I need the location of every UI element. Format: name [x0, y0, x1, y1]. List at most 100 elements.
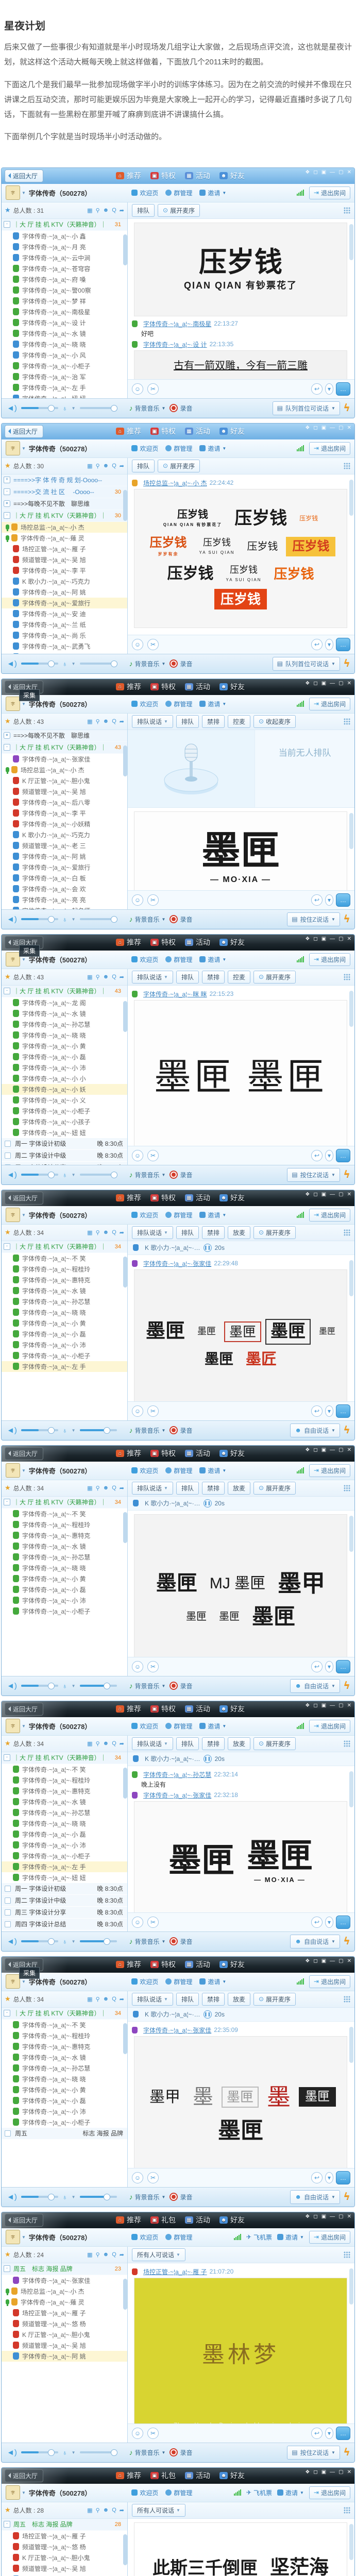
chat-messages[interactable]: 墨匣 MJ 墨匣 墨甲 墨匣 墨匣 墨匣 [128, 1511, 354, 1657]
person-icon[interactable]: ☻ [103, 2251, 109, 2258]
layout-grid-icon[interactable] [344, 1740, 350, 1747]
message-sender[interactable]: 字体传奇·~¦a_a¦~·张家佳 [143, 1259, 211, 1268]
chat-image[interactable]: 墨匣 — MO·XIA — [134, 811, 347, 890]
album-icon[interactable]: ▦ [87, 1740, 92, 1747]
person-icon[interactable]: ☻ [103, 207, 109, 214]
maximize-icon[interactable]: ▢ [338, 1192, 343, 1198]
room-avatar[interactable]: 字 [6, 1463, 20, 1478]
invite-link[interactable]: 邀请 ▼ [199, 1722, 226, 1731]
chat-scrollbar[interactable] [349, 812, 353, 849]
lightning-icon[interactable]: ϟ [344, 2447, 349, 2458]
nav-item[interactable]: ▦ 活动 [185, 937, 210, 947]
close-icon[interactable]: ✕ [347, 1192, 351, 1198]
member-list[interactable]: ● ==>>每晚不见不散 聊思维 - ｜大 厅 挂 机 KTV（天籁神音）｜ 43 字体传… [2, 730, 127, 909]
speaker-icon[interactable]: ◄) [7, 2193, 17, 2201]
member-row[interactable]: 字体传奇·~¦a_a¦~·小 沛 [2, 2106, 127, 2117]
mic-toolbar-button[interactable]: 所有人可说话 ▼ [132, 2503, 185, 2517]
member-row[interactable]: 字体传奇·~¦a_a¦~·会 欢 [2, 884, 127, 894]
nav-item[interactable]: ☻ 好友 [219, 1704, 245, 1714]
message-sender[interactable]: 字体传奇·~¦a_a¦~·张家佳 [143, 2026, 211, 2035]
mic-toolbar-button[interactable]: ⊙ 展开麦序 [253, 970, 296, 984]
person-icon[interactable]: ☻ [103, 463, 109, 469]
background-music-button[interactable]: ♪ 背景音乐 ▼ [129, 915, 166, 924]
speaker-icon[interactable]: ◄) [7, 404, 17, 413]
nav-item[interactable]: ▣ 特权 [150, 171, 176, 181]
nav-item[interactable]: ▣ 特权 [150, 1704, 176, 1714]
send-options-icon[interactable]: ▾ [325, 1405, 333, 1417]
member-row[interactable]: 字体传奇·~¦a_a¦~·府 嗓 [2, 274, 127, 285]
member-row[interactable]: 字体传奇·~¦a_a¦~·水 镜 [2, 2052, 127, 2063]
member-row[interactable]: 字体传奇·~¦a_a¦~·小 黄 [2, 1318, 127, 1329]
member-row[interactable]: 频道管理·~¦a_a¦~·吴 旭 [2, 2340, 127, 2351]
member-row[interactable]: K 厅正管·~¦a_a¦~·胆小鬼 [2, 2552, 127, 2563]
group-manage-link[interactable]: 群管理 [165, 955, 192, 964]
welcome-page-link[interactable]: 欢迎页 [131, 2488, 158, 2497]
microphone-icon[interactable]: ♁ [62, 2193, 67, 2201]
schedule-row[interactable]: 周一 字体设计初级 晚 8:30点 [2, 1138, 127, 1150]
member-row[interactable]: 字体传奇·~¦a_a¦~·小 沛 [2, 1595, 127, 1606]
nav-item[interactable]: ▣ 特权 [150, 682, 176, 692]
invite-link[interactable]: 邀请 ▼ [277, 2488, 304, 2497]
maximize-icon[interactable]: ▢ [338, 936, 343, 942]
mic-toolbar-button[interactable]: 放麦 [227, 1992, 250, 2006]
message-sender[interactable]: 场控正管·~¦a_a¦~·雁 子 [143, 2267, 207, 2276]
member-row[interactable]: 字体传奇·~¦a_a¦~·惠特克 [2, 1786, 127, 1797]
chat-messages[interactable]: 墨匣 — MO·XIA — [128, 808, 354, 890]
member-row[interactable]: 字体传奇·~¦a_a¦~·小柜子 [2, 2117, 127, 2128]
chat-image[interactable]: 墨匣 墨匣 — MO·XIA — [134, 1801, 347, 1912]
chat-scrollbar[interactable] [349, 1515, 353, 1552]
mic-toolbar-button[interactable]: 禁排 [201, 1226, 225, 1239]
member-list-scrollbar[interactable] [123, 2278, 127, 2310]
chevron-down-icon[interactable]: ▼ [22, 1979, 26, 1984]
window-titlebar[interactable]: 返回大厅 ⌂ 推荐 ▣ 特权 ▦ 活动 ☻ 好友 ❖ ◻ ▣ — ▢ ✕ [2, 1445, 354, 1462]
volume-slider[interactable] [21, 2194, 58, 2200]
record-button[interactable]: 录音 [169, 915, 192, 924]
member-row[interactable]: 字体传奇·~¦a_a¦~·设 计 [2, 317, 127, 328]
send-reply-icon[interactable]: ↩ [311, 1149, 323, 1161]
lightning-icon[interactable]: ϟ [344, 2191, 349, 2202]
minimize-icon[interactable]: — [330, 1703, 335, 1709]
member-row[interactable]: 字体传奇·~¦a_a¦~·不 笑 [2, 1509, 127, 1519]
export-icon[interactable]: ➦ [120, 974, 124, 980]
member-row[interactable]: 字体传奇·~¦a_a¦~·李 平 [2, 565, 127, 576]
member-row[interactable]: 字体传奇·~¦a_a¦~·小柜子 [2, 1350, 127, 1361]
member-row[interactable]: 字体传奇·~¦a_a¦~·阿 姚 [2, 851, 127, 862]
send-options-icon[interactable]: ▾ [325, 2427, 333, 2439]
schedule-row[interactable]: 周四 字体设计总结 晚 8:30点 [2, 1918, 127, 1930]
member-row[interactable]: 字体传奇·~¦a_a¦~·小 黄 [2, 1041, 127, 1052]
feedback-icon[interactable]: ◻ [313, 681, 317, 687]
mic-slider[interactable] [79, 916, 117, 923]
minimize-icon[interactable]: — [330, 681, 335, 687]
member-row[interactable]: 字体传奇·~¦a_a¦~·孙芯慧 [2, 1296, 127, 1307]
person-icon[interactable]: ☻ [103, 974, 109, 980]
album-icon[interactable]: ▦ [87, 1996, 92, 2003]
chat-bubble-button[interactable]: … [336, 382, 350, 396]
location-icon[interactable]: ⚲ [96, 718, 100, 725]
chat-image[interactable]: 压岁钱 QIAN QIAN 有钞票花了 压岁钱 压岁钱 压岁钱 岁岁有余 压岁钱 YA SUI… [134, 488, 347, 628]
album-icon[interactable]: ▦ [87, 2507, 92, 2514]
mic-toolbar-button[interactable]: 排队 [176, 1481, 199, 1495]
chat-image[interactable]: 墨甲墨墨匣墨墨匣 墨匣 [134, 2036, 347, 2168]
send-reply-icon[interactable]: ↩ [311, 1916, 323, 1928]
tree-toggle[interactable]: - [4, 1754, 10, 1761]
speaker-icon[interactable]: ◄) [7, 2448, 17, 2457]
member-row[interactable]: K 歌小力·~¦a_a¦~·巧克力 [2, 576, 127, 587]
mic-toolbar-button[interactable]: 排队说话 ▼ [132, 1737, 173, 1750]
export-icon[interactable]: ➦ [120, 1996, 124, 2003]
group-manage-link[interactable]: 群管理 [165, 2488, 192, 2497]
invite-link[interactable]: 邀请 ▼ [277, 2233, 304, 2242]
restore-icon[interactable]: ▣ [321, 2214, 326, 2220]
member-row[interactable]: 字体传奇·~¦a_a¦~·小 黄 [2, 2084, 127, 2095]
member-row[interactable]: 频道管理·~¦a_a¦~·老 三 [2, 840, 127, 851]
nav-item[interactable]: ⌂ 推荐 [116, 682, 141, 692]
mic-toolbar-button[interactable]: 放麦 [227, 1481, 250, 1495]
restore-icon[interactable]: ▣ [321, 2469, 326, 2476]
nav-item[interactable]: ▣ 礼包 [150, 2215, 176, 2225]
group-manage-link[interactable]: 群管理 [165, 1977, 192, 1986]
nav-item[interactable]: ⌂ 推荐 [116, 171, 141, 181]
skin-icon[interactable]: ❖ [305, 1958, 310, 1964]
tree-toggle[interactable]: - [4, 1499, 10, 1505]
maximize-icon[interactable]: ▢ [338, 1703, 343, 1709]
maximize-icon[interactable]: ▢ [338, 1447, 343, 1453]
maximize-icon[interactable]: ▢ [338, 170, 343, 176]
